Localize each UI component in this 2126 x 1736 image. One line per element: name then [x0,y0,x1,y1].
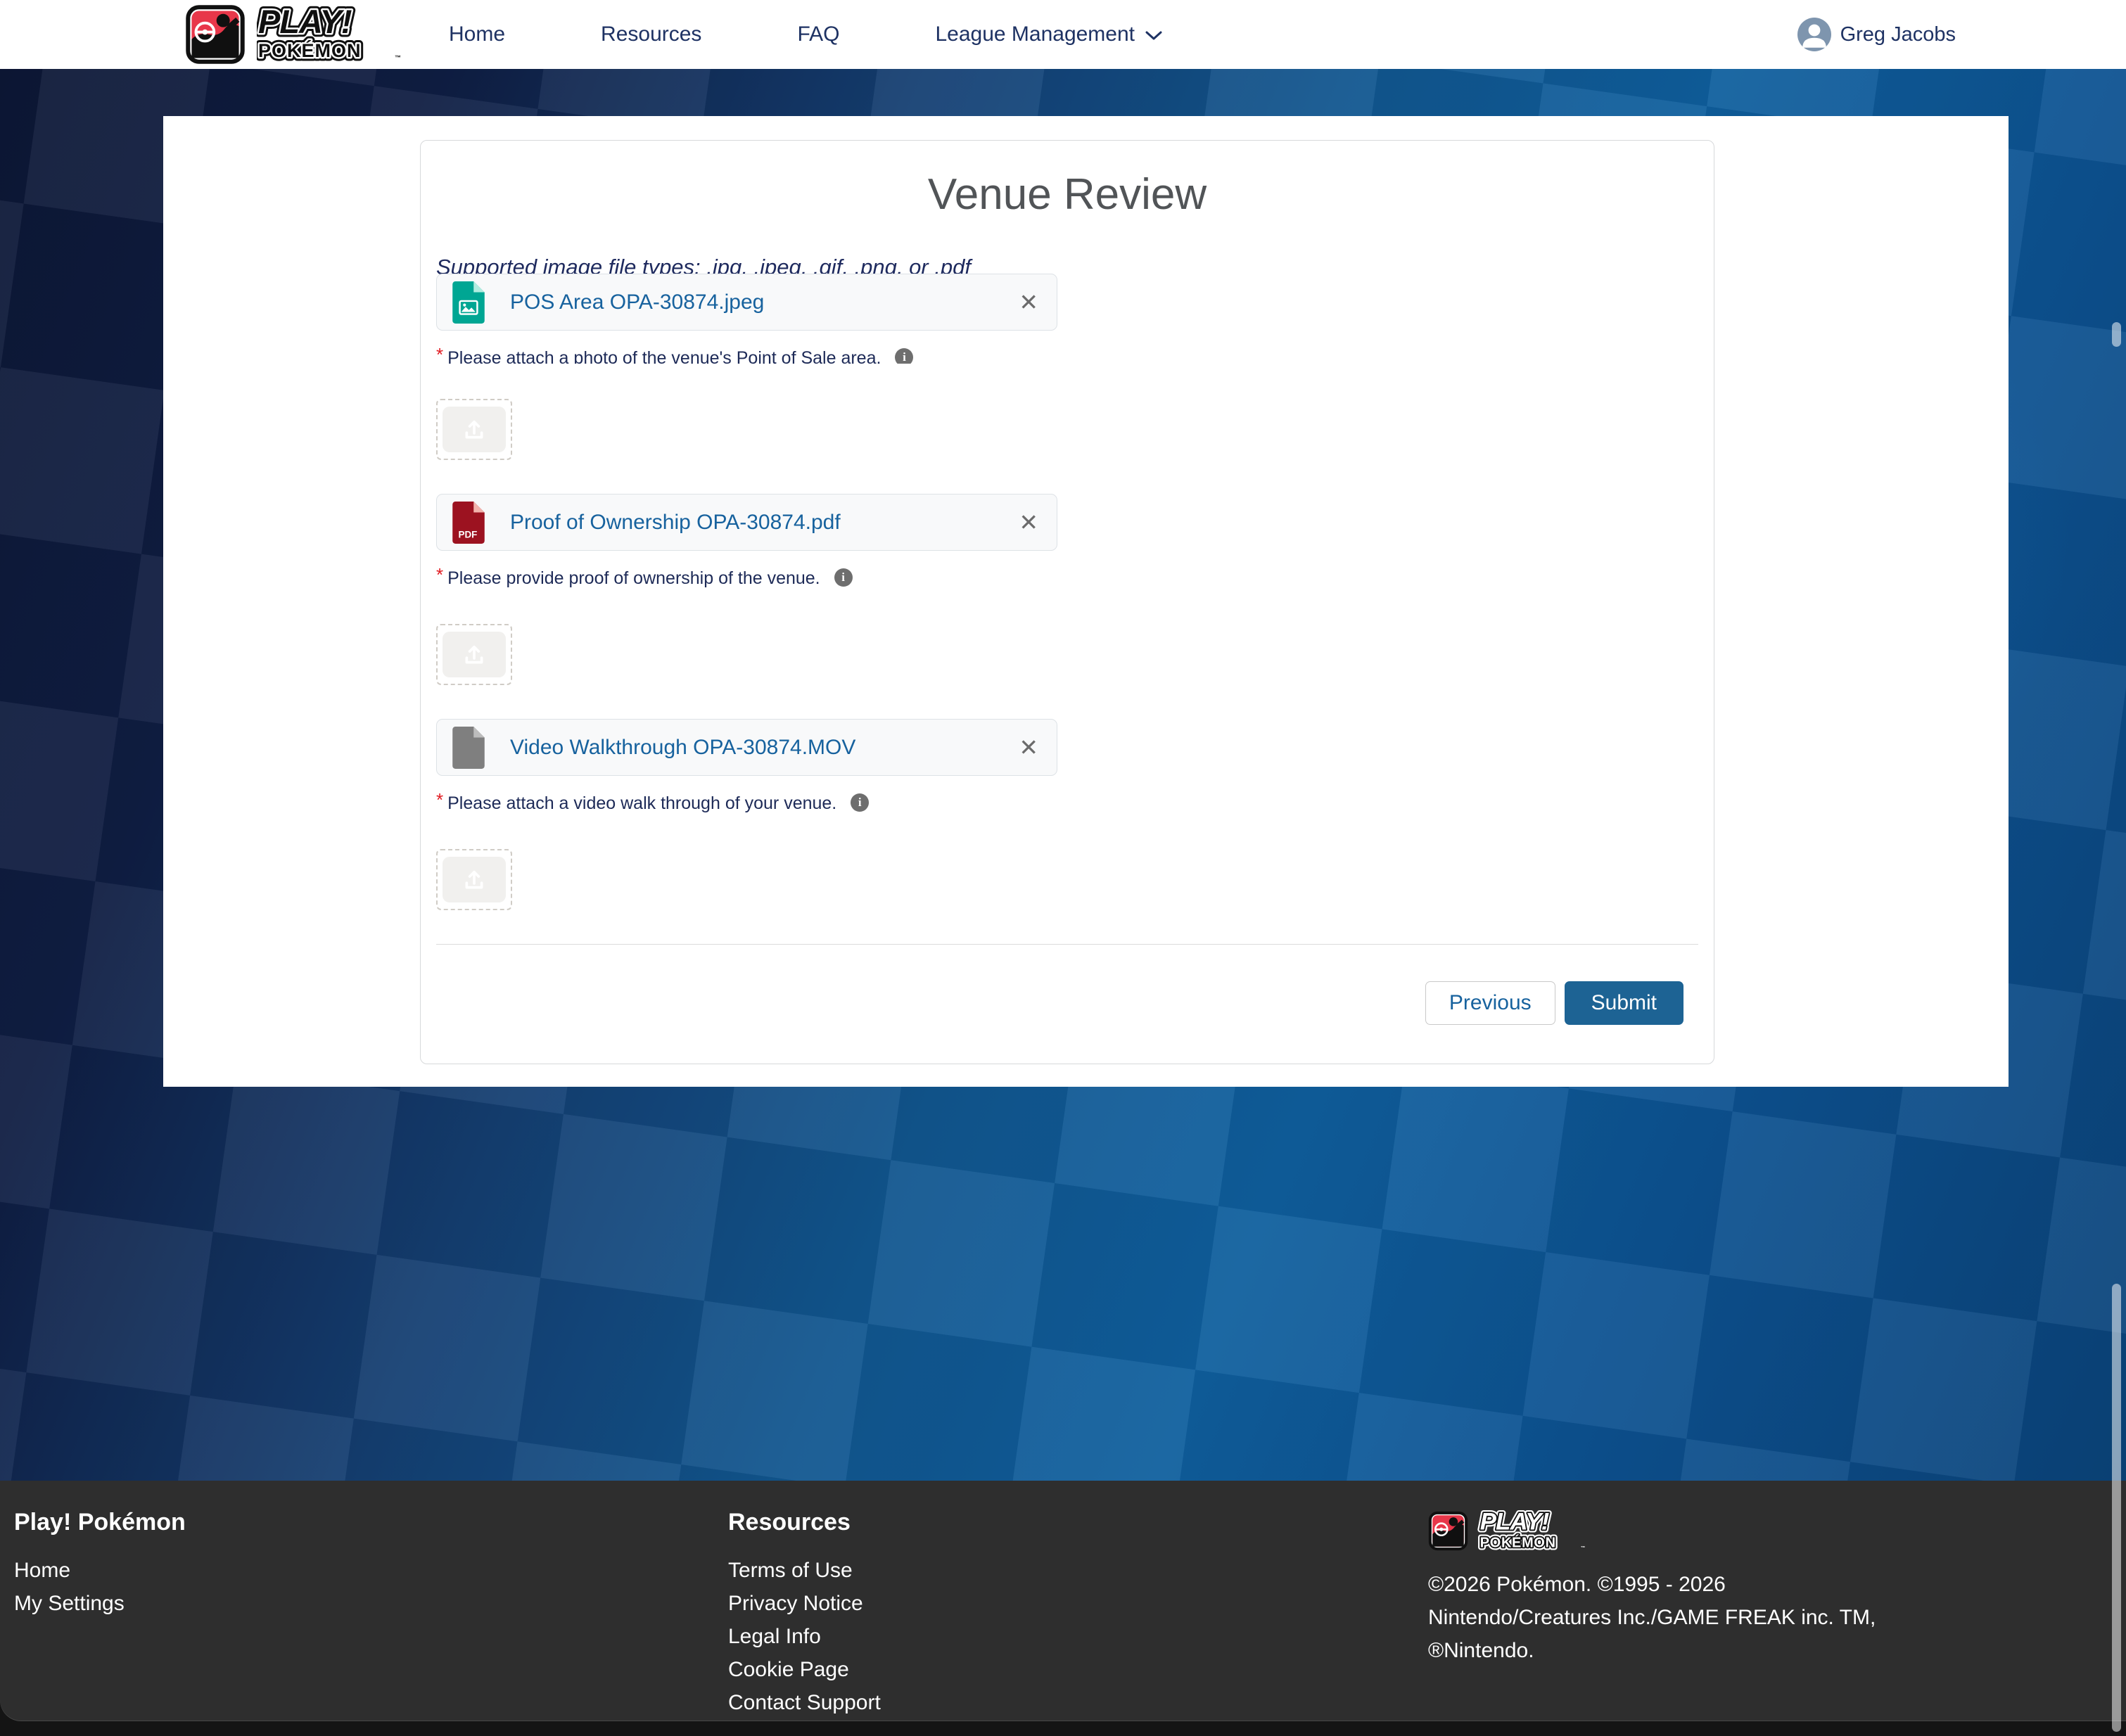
footer-link-legal-info[interactable]: Legal Info [728,1626,881,1647]
play-pokemon-wordmark: PLAY! PLAY! POKÉMON POKÉMON ™ [257,5,403,64]
svg-text:POKÉMON: POKÉMON [1480,1535,1556,1551]
user-name: Greg Jacobs [1840,23,1956,46]
main-navigation: Home Resources FAQ League Management [449,23,1163,46]
upload-dropzone[interactable] [436,399,512,460]
upload-icon [462,643,486,667]
footer-logo: PLAY! PLAY! POKÉMON POKÉMON ™ [1428,1509,1977,1552]
info-icon[interactable]: i [834,568,853,587]
play-pokemon-wordmark: PLAY! PLAY! POKÉMON POKÉMON ™ [1477,1509,1589,1552]
file-link[interactable]: Proof of Ownership OPA-30874.pdf [510,511,841,535]
info-icon[interactable]: i [851,793,869,812]
avatar-icon [1797,18,1831,51]
nav-resources[interactable]: Resources [601,23,701,46]
remove-file-button[interactable]: ✕ [1019,511,1038,534]
page-background: Venue Review Supported image file types:… [0,69,2126,1481]
submit-button[interactable]: Submit [1565,981,1683,1025]
svg-text:PLAY!: PLAY! [1480,1509,1549,1536]
file-link[interactable]: POS Area OPA-30874.jpeg [510,291,764,314]
upload-icon [462,868,486,892]
pdf-file-icon: PDF [452,502,485,544]
footer-background: Play! Pokémon Home My Settings Resources… [0,1481,2126,1736]
top-navbar: PLAY! PLAY! POKÉMON POKÉMON ™ Home Resou… [0,0,2126,69]
required-asterisk: * [436,568,443,582]
footer-col-play-pokemon: Play! Pokémon Home My Settings [14,1509,186,1626]
venue-review-card: Venue Review Supported image file types:… [420,140,1714,1064]
requirement-line: * Please attach a photo of the venue's P… [436,347,1698,364]
user-menu[interactable]: Greg Jacobs [1797,18,1956,51]
footer-link-cookie-page[interactable]: Cookie Page [728,1659,881,1680]
svg-text:PLAY!: PLAY! [258,5,352,40]
upload-dropzone[interactable] [436,849,512,910]
attached-file: POS Area OPA-30874.jpeg ✕ [436,274,1057,331]
page-title: Venue Review [436,170,1698,219]
footer-heading: Resources [728,1509,881,1536]
footer-col-legal: PLAY! PLAY! POKÉMON POKÉMON ™ ©2026 Poké… [1428,1509,1977,1667]
chevron-down-icon [1145,30,1163,42]
required-asterisk: * [436,347,443,362]
generic-file-icon [452,727,485,769]
required-asterisk: * [436,793,443,807]
nav-faq[interactable]: FAQ [797,23,839,46]
copyright-text: ©2026 Pokémon. ©1995 - 2026 Nintendo/Cre… [1428,1568,1977,1667]
scrollbar-thumb-top[interactable] [2112,322,2121,347]
upload-row: Video Walkthrough OPA-30874.MOV ✕ * Plea… [436,719,1698,910]
upload-row: POS Area OPA-30874.jpeg ✕ * Please attac… [436,274,1698,460]
pokeball-trainer-icon [1428,1511,1468,1551]
form-divider [436,944,1698,945]
upload-icon [462,418,486,442]
upload-row: PDF Proof of Ownership OPA-30874.pdf ✕ *… [436,494,1698,685]
svg-text:POKÉMON: POKÉMON [258,39,362,61]
requirement-line: * Please attach a video walk through of … [436,793,1698,814]
footer-col-resources: Resources Terms of Use Privacy Notice Le… [728,1509,881,1725]
footer-link-terms-of-use[interactable]: Terms of Use [728,1560,881,1581]
attached-file: PDF Proof of Ownership OPA-30874.pdf ✕ [436,494,1057,551]
footer-link-my-settings[interactable]: My Settings [14,1593,186,1614]
svg-text:™: ™ [395,54,401,61]
requirement-line: * Please provide proof of ownership of t… [436,568,1698,589]
info-icon[interactable]: i [895,348,913,364]
play-pokemon-logo[interactable]: PLAY! PLAY! POKÉMON POKÉMON ™ [185,4,403,65]
svg-text:PDF: PDF [459,529,478,540]
remove-file-button[interactable]: ✕ [1019,291,1038,314]
footer-link-contact-support[interactable]: Contact Support [728,1692,881,1713]
form-actions: Previous Submit [436,981,1698,1025]
nav-league-management[interactable]: League Management [935,23,1163,46]
footer-heading: Play! Pokémon [14,1509,186,1536]
svg-text:™: ™ [1581,1546,1586,1551]
footer-link-home[interactable]: Home [14,1560,186,1581]
remove-file-button[interactable]: ✕ [1019,736,1038,759]
attached-file: Video Walkthrough OPA-30874.MOV ✕ [436,719,1057,776]
scrollbar-thumb-bottom[interactable] [2112,1284,2121,1732]
footer: Play! Pokémon Home My Settings Resources… [0,1481,2126,1721]
pokeball-trainer-icon [185,4,246,65]
footer-link-privacy-notice[interactable]: Privacy Notice [728,1593,881,1614]
main-panel: Venue Review Supported image file types:… [163,116,2009,1087]
file-link[interactable]: Video Walkthrough OPA-30874.MOV [510,736,855,760]
image-file-icon [452,281,485,324]
upload-dropzone[interactable] [436,624,512,685]
nav-home[interactable]: Home [449,23,505,46]
previous-button[interactable]: Previous [1425,981,1555,1025]
